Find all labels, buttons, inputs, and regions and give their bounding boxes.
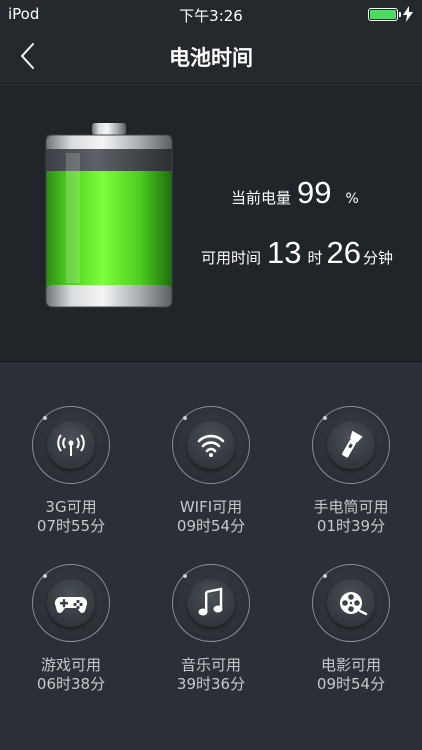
status-time: 下午3:26	[179, 7, 243, 25]
usage-label: 音乐可用	[180, 656, 241, 674]
usage-icon-ring	[312, 564, 390, 642]
battery-level-unit: %	[345, 191, 359, 207]
usage-time: 09时54分	[316, 675, 386, 693]
battery-hours-unit: 时	[307, 249, 323, 267]
usage-icon-ring	[172, 406, 250, 484]
usage-label: 电影可用	[320, 656, 381, 674]
music-note-icon	[198, 587, 223, 616]
charging-bolt-icon	[403, 6, 413, 22]
battery-time-label: 可用时间	[201, 249, 262, 267]
usage-time: 09时54分	[176, 517, 246, 535]
battery-level-row: 当前电量 99 %	[231, 175, 359, 211]
usage-label: 3G可用	[45, 498, 97, 516]
usage-item-wifi[interactable]: WIFI可用 09时54分	[141, 406, 281, 536]
usage-item-flashlight[interactable]: 手电筒可用 01时39分	[281, 406, 421, 536]
status-bar: iPod 下午3:26	[0, 0, 422, 28]
battery-hours-value: 13	[267, 235, 302, 270]
usage-item-movie[interactable]: 电影可用 09时54分	[281, 564, 421, 694]
usage-label: 游戏可用	[40, 656, 101, 674]
usage-time: 06时38分	[36, 675, 106, 693]
nav-bar: 电池时间	[0, 28, 422, 84]
usage-icon-ring	[312, 406, 390, 484]
battery-level-label: 当前电量	[231, 189, 292, 207]
usage-icon-ring	[172, 564, 250, 642]
antenna-icon	[57, 434, 85, 456]
usage-time: 07时55分	[36, 517, 106, 535]
usage-label: 手电筒可用	[313, 498, 389, 516]
flashlight-icon	[342, 430, 363, 458]
battery-time-row: 可用时间 13 时 26 分钟	[201, 235, 393, 271]
battery-summary-panel: 当前电量 99 % 可用时间 13 时 26 分钟	[0, 85, 422, 362]
battery-minutes-unit: 分钟	[363, 249, 394, 267]
usage-time: 01时39分	[316, 517, 386, 535]
usage-label: WIFI可用	[179, 498, 243, 516]
usage-item-music[interactable]: 音乐可用 39时36分	[141, 564, 281, 694]
usage-time: 39时36分	[176, 675, 246, 693]
usage-icon-ring	[32, 564, 110, 642]
usage-item-3g[interactable]: 3G可用 07时55分	[1, 406, 141, 536]
usage-icon-ring	[32, 406, 110, 484]
gamepad-icon	[54, 596, 88, 613]
page-title: 电池时间	[169, 46, 253, 70]
battery-minutes-value: 26	[326, 235, 361, 270]
battery-level-value: 99	[297, 175, 332, 210]
wifi-icon	[197, 434, 225, 457]
usage-item-game[interactable]: 游戏可用 06时38分	[1, 564, 141, 694]
status-battery-icon	[368, 8, 401, 21]
film-reel-icon	[340, 592, 368, 616]
